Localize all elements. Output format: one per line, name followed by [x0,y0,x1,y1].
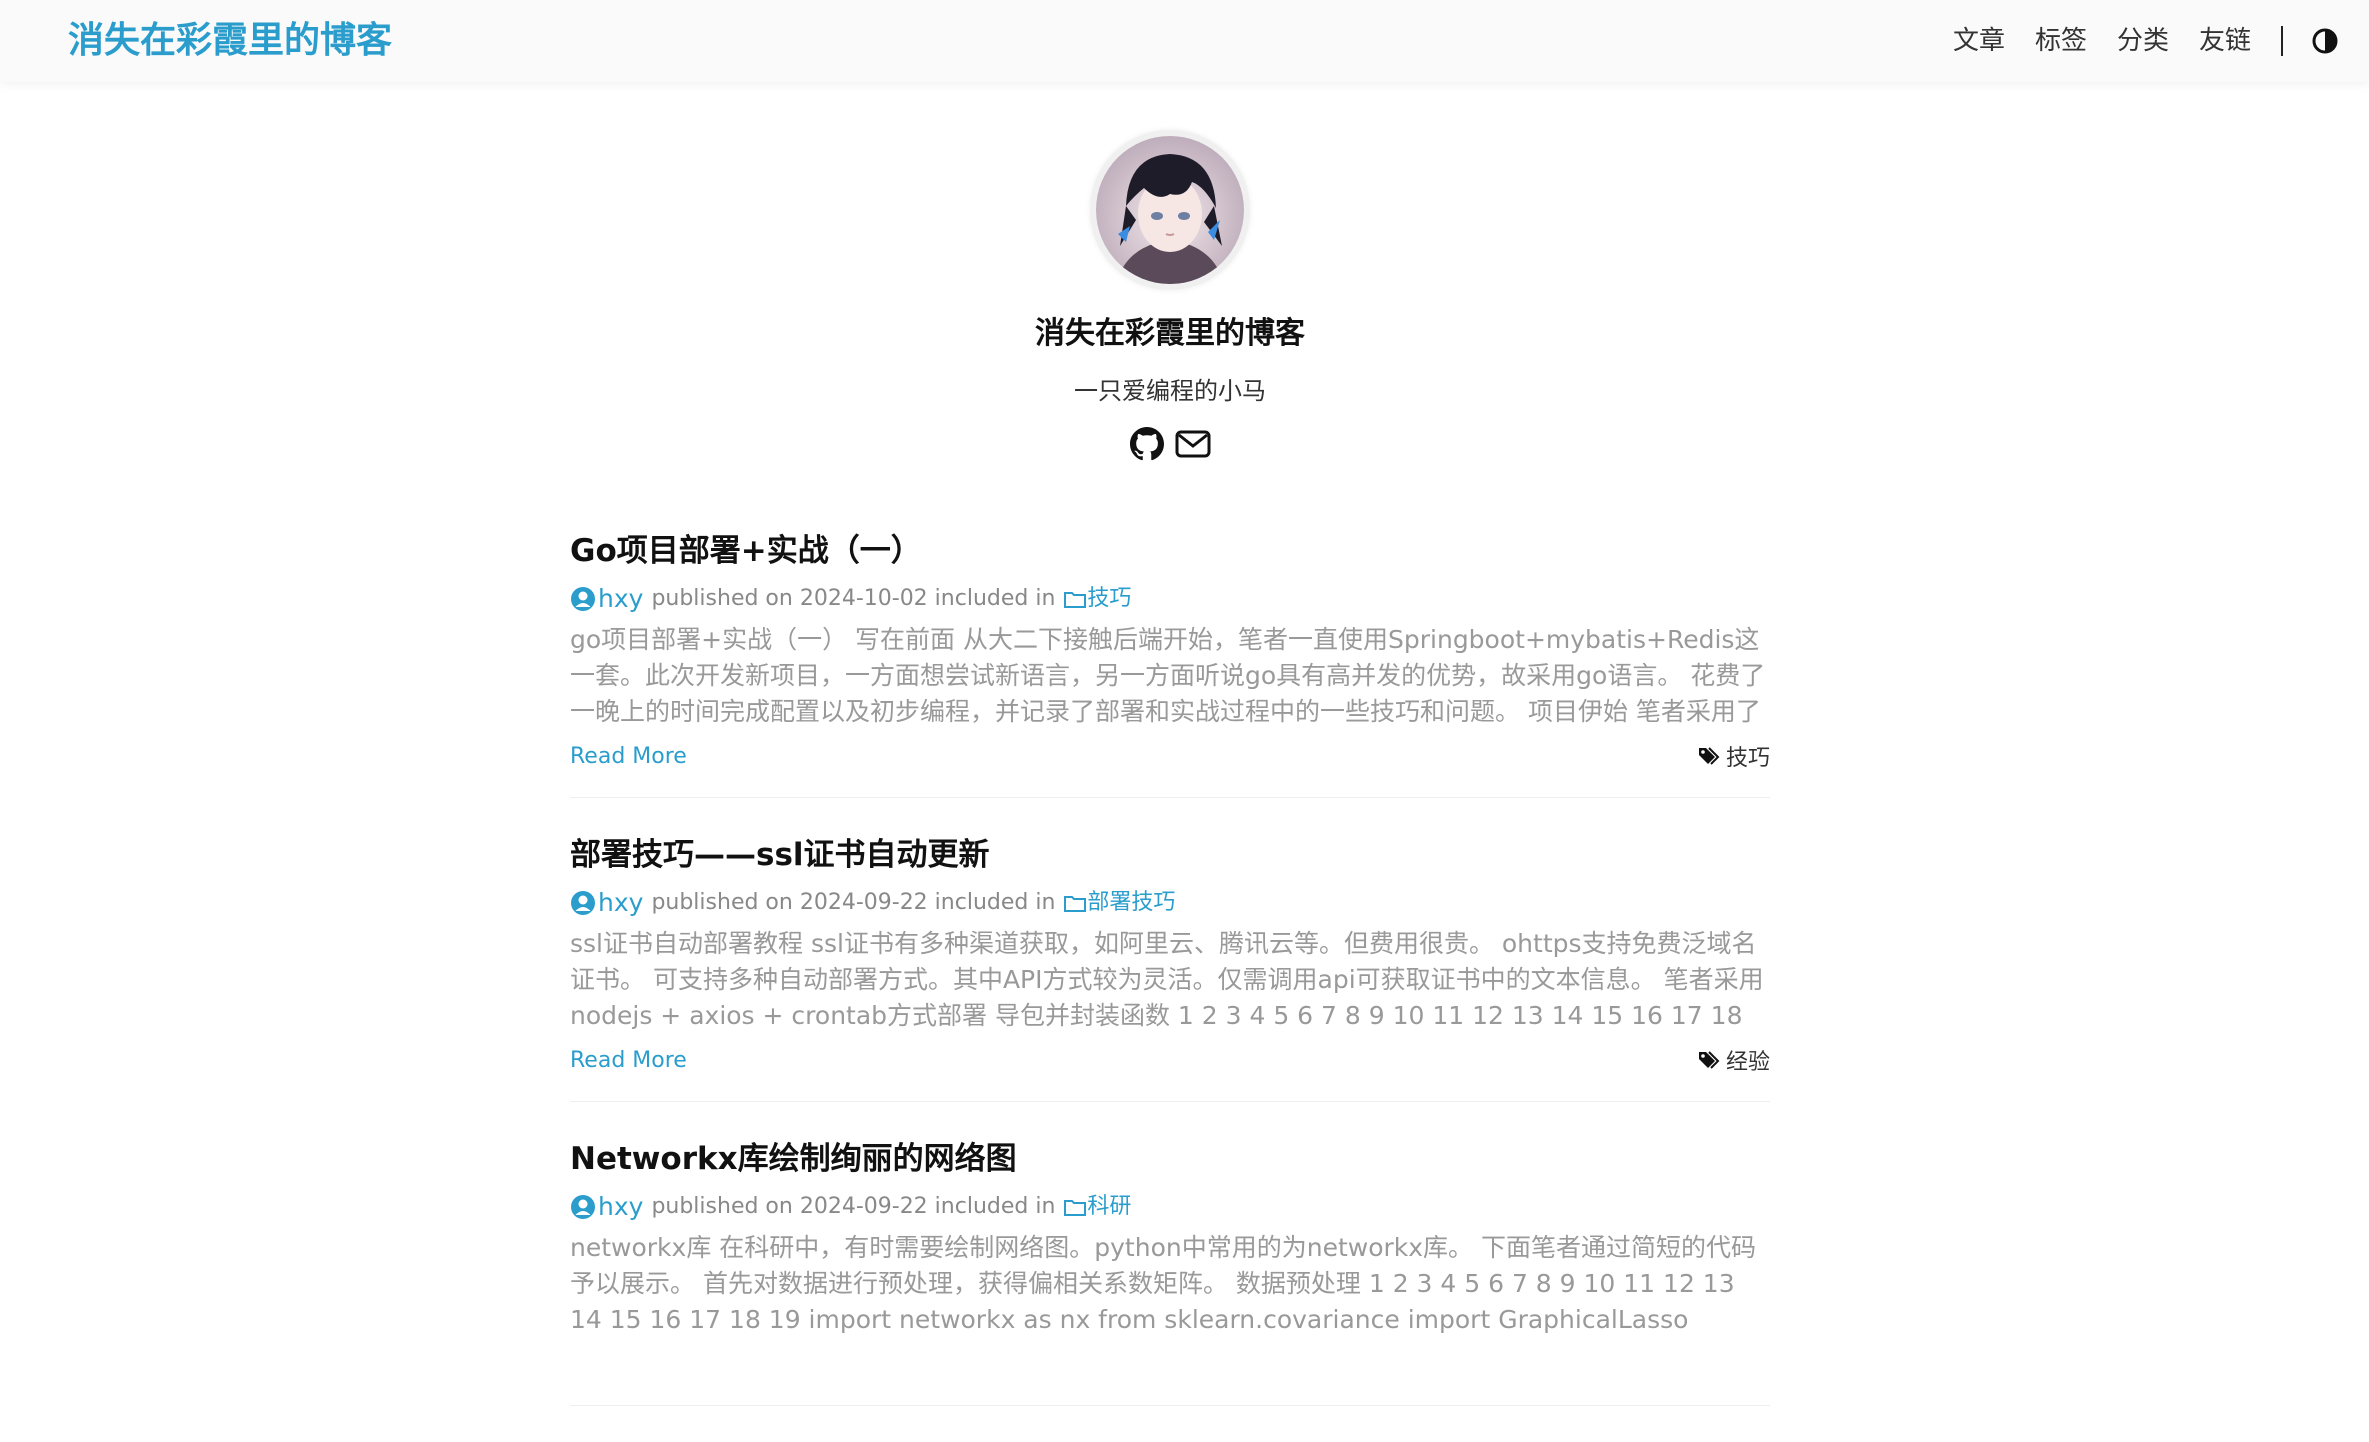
post-item: 部署技巧——ssl证书自动更新 hxy published on 2024-09… [570,834,1770,1102]
post-tag[interactable]: 技巧 [1698,740,1770,772]
post-title[interactable]: Go项目部署+实战（一） [570,530,1770,572]
post-footer: Read More 技巧 [570,738,1770,774]
profile-section: 消失在彩霞里的博客 一只爱编程的小马 [0,130,2340,462]
post-category: 科研 [1087,1194,1132,1219]
github-link[interactable] [1129,426,1165,462]
half-circle-icon [2312,28,2338,54]
folder-icon [1064,592,1087,608]
profile-name: 消失在彩霞里的博客 [1035,316,1305,351]
post-footer: Read More 经验 [570,1042,1770,1078]
read-more-link[interactable]: Read More [570,1048,687,1073]
mail-icon [1175,430,1211,458]
avatar [1090,130,1250,290]
avatar-image [1096,136,1244,284]
read-more-link[interactable]: Read More [570,744,687,769]
post-meta: hxy published on 2024-09-22 included in … [570,886,1770,920]
post-category-link[interactable]: 技巧 [1063,582,1131,616]
main-nav: 文章 标签 分类 友链 [1923,18,2339,64]
top-header: 消失在彩霞里的博客 文章 标签 分类 友链 [0,0,2369,82]
tags-icon [1698,747,1720,765]
post-category: 部署技巧 [1087,890,1176,915]
post-summary: networkx库 在科研中，有时需要绘制网络图。python中常用的为netw… [570,1233,1756,1334]
user-circle-icon [571,1195,595,1219]
folder-icon [1064,1200,1087,1216]
post-title[interactable]: Networkx库绘制绚丽的网络图 [570,1138,1770,1180]
post-category: 技巧 [1087,586,1132,611]
user-circle-icon [571,587,595,611]
post-meta: hxy published on 2024-09-22 included in … [570,1190,1770,1224]
post-tag[interactable]: 经验 [1698,1044,1770,1076]
post-tag-label: 技巧 [1725,746,1770,771]
post-meta-text: published on 2024-10-02 included in [651,586,1056,611]
email-link[interactable] [1175,426,1211,462]
social-links [0,426,2340,462]
nav-divider [2281,26,2283,56]
post-tag-label: 经验 [1725,1050,1770,1075]
post-meta-text: published on 2024-09-22 included in [651,1194,1056,1219]
post-meta-text: published on 2024-09-22 included in [651,890,1056,915]
post-category-link[interactable]: 科研 [1063,1190,1131,1224]
post-meta: hxy published on 2024-10-02 included in … [570,582,1770,616]
user-circle-icon [571,891,595,915]
tags-icon [1698,1051,1720,1069]
post-item: Go项目部署+实战（一） hxy published on 2024-10-02… [570,530,1770,798]
folder-icon [1064,896,1087,912]
nav-item-articles[interactable]: 文章 [1953,18,2005,64]
profile-bio: 一只爱编程的小马 [1074,377,1266,405]
nav-item-friends[interactable]: 友链 [2199,18,2251,64]
post-author[interactable]: hxy [598,1190,643,1224]
post-summary: ssl证书自动部署教程 ssl证书有多种渠道获取，如阿里云、腾讯云等。但费用很贵… [570,929,1764,1030]
nav-item-categories[interactable]: 分类 [2117,18,2169,64]
post-summary: go项目部署+实战（一） 写在前面 从大二下接触后端开始，笔者一直使用Sprin… [570,625,1766,726]
post-title[interactable]: 部署技巧——ssl证书自动更新 [570,834,1770,876]
site-title[interactable]: 消失在彩霞里的博客 [68,14,392,68]
post-author[interactable]: hxy [598,886,643,920]
post-author[interactable]: hxy [598,582,643,616]
github-icon [1130,427,1164,461]
nav-item-tags[interactable]: 标签 [2035,18,2087,64]
post-list: Go项目部署+实战（一） hxy published on 2024-10-02… [570,530,1770,1442]
theme-toggle-button[interactable] [2311,27,2339,55]
post-category-link[interactable]: 部署技巧 [1063,886,1175,920]
post-item: Networkx库绘制绚丽的网络图 hxy published on 2024-… [570,1138,1770,1406]
